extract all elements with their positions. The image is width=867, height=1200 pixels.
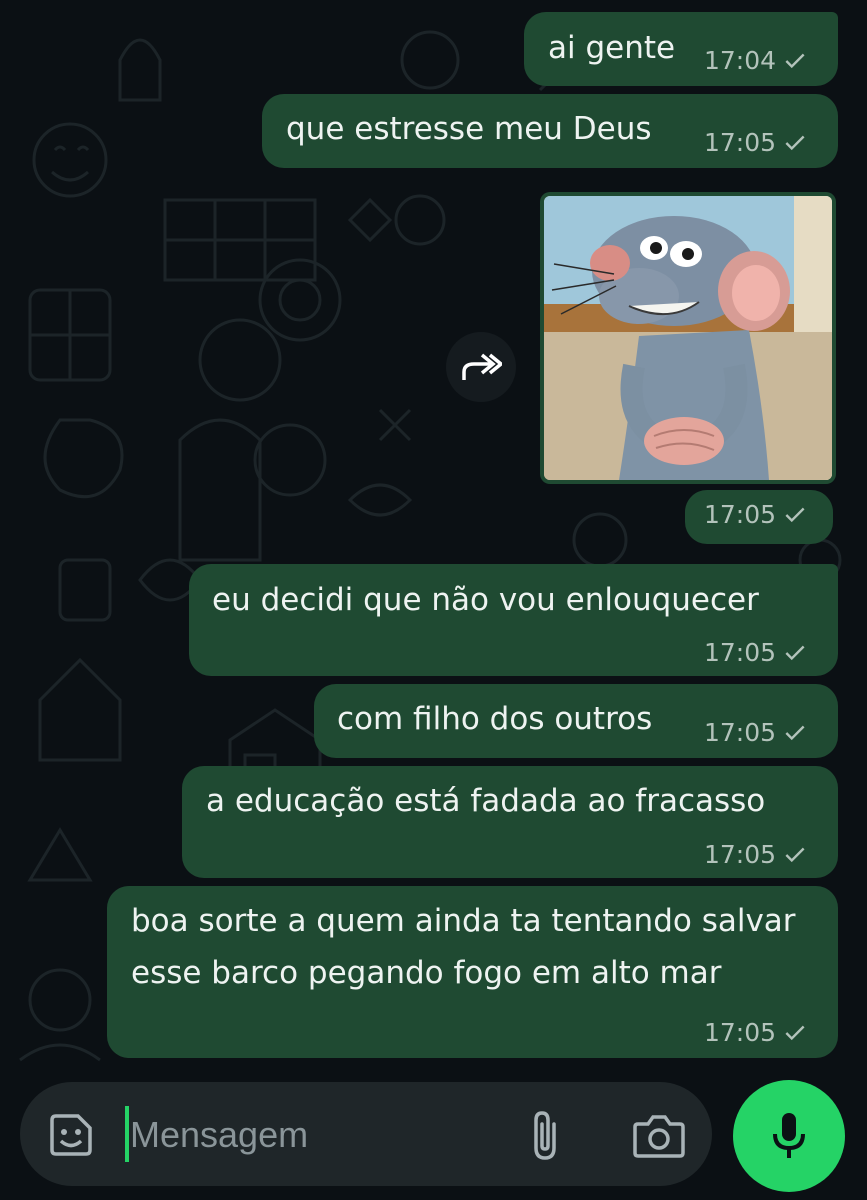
sticker-icon[interactable]	[46, 1110, 96, 1160]
message-text: boa sorte a quem ainda ta tentando salva…	[131, 903, 796, 991]
message-meta: 17:05	[704, 638, 808, 667]
message-time: 17:05	[704, 1018, 777, 1047]
sent-check-icon	[785, 135, 805, 150]
forward-icon	[462, 353, 502, 380]
message-text: com filho dos outros	[337, 701, 653, 737]
forward-button[interactable]	[446, 332, 516, 402]
message-text: ai gente	[548, 30, 676, 66]
sent-check-icon	[785, 1025, 805, 1040]
message-meta: 17:05	[704, 840, 808, 869]
message-text: que estresse meu Deus	[286, 111, 652, 147]
voice-record-button[interactable]	[733, 1080, 845, 1192]
microphone-icon	[773, 1113, 805, 1158]
sent-check-icon	[785, 725, 805, 740]
text-caret	[125, 1106, 129, 1162]
message-meta: 17:05	[704, 128, 808, 157]
message-input[interactable]: Mensagem	[130, 1114, 308, 1156]
message-meta: 17:05	[704, 718, 808, 747]
message-time: 17:04	[704, 46, 777, 75]
message-time: 17:05	[704, 500, 777, 529]
message-meta: 17:05	[704, 1018, 808, 1047]
sent-check-icon	[785, 53, 805, 68]
message-input-bar[interactable]	[20, 1082, 712, 1186]
paperclip-icon[interactable]	[526, 1108, 566, 1164]
message-time: 17:05	[704, 638, 777, 667]
message-meta: 17:04	[704, 46, 808, 75]
message-text: a educação está fadada ao fracasso	[206, 783, 766, 819]
camera-icon[interactable]	[632, 1110, 686, 1160]
gif-rat-image[interactable]	[544, 196, 832, 480]
message-text: eu decidi que não vou enlouquecer	[212, 582, 759, 618]
sent-check-icon	[785, 507, 805, 522]
message-time: 17:05	[704, 718, 777, 747]
message-time: 17:05	[704, 128, 777, 157]
sent-check-icon	[785, 645, 805, 660]
message-meta: 17:05	[704, 500, 808, 529]
message-time: 17:05	[704, 840, 777, 869]
media-message[interactable]	[540, 192, 836, 484]
sent-check-icon	[785, 847, 805, 862]
